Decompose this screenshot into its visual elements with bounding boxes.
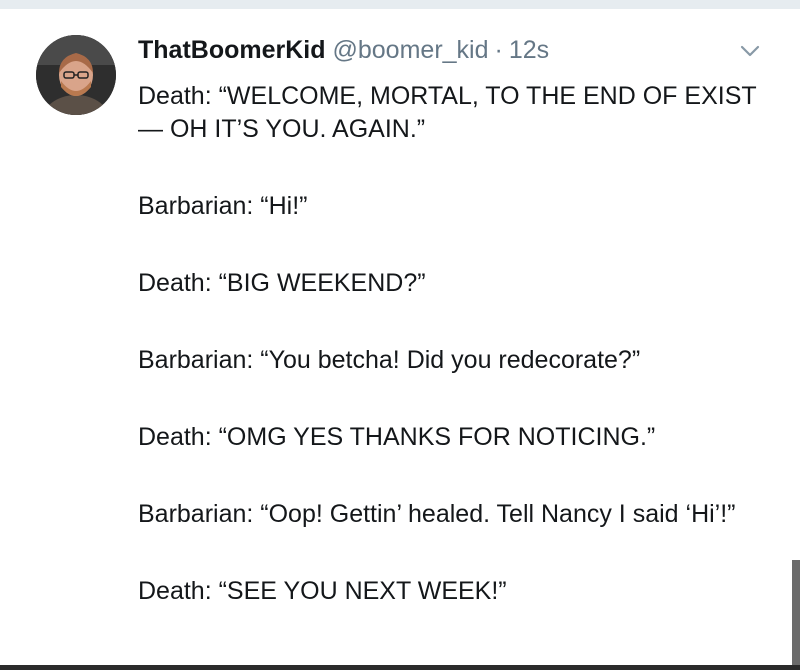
profile-photo-icon (36, 35, 116, 115)
user-handle[interactable]: @boomer_kid (333, 36, 489, 65)
avatar[interactable] (36, 35, 116, 115)
top-divider (0, 0, 800, 9)
timestamp[interactable]: 12s (509, 36, 549, 65)
tweet-header: ThatBoomerKid @boomer_kid · 12s (138, 36, 549, 70)
tweet-line: Death: “BIG WEEKEND?” (138, 269, 426, 297)
tweet-line: Death: “OMG YES THANKS FOR NOTICING.” (138, 423, 656, 451)
tweet-line: Death: “WELCOME, MORTAL, TO THE END OF E… (138, 82, 757, 143)
tweet-line: Barbarian: “You betcha! Did you redecora… (138, 346, 641, 374)
display-name[interactable]: ThatBoomerKid (138, 36, 326, 65)
separator-dot: · (494, 36, 503, 64)
bottom-edge (0, 665, 800, 670)
scrollbar[interactable] (792, 560, 800, 670)
tweet-line: Barbarian: “Oop! Gettin’ healed. Tell Na… (138, 500, 736, 528)
tweet-line: Death: “SEE YOU NEXT WEEK!” (138, 577, 507, 605)
tweet-line: Barbarian: “Hi!” (138, 192, 308, 220)
chevron-down-icon[interactable] (740, 44, 760, 58)
tweet-body: Death: “WELCOME, MORTAL, TO THE END OF E… (138, 80, 778, 652)
